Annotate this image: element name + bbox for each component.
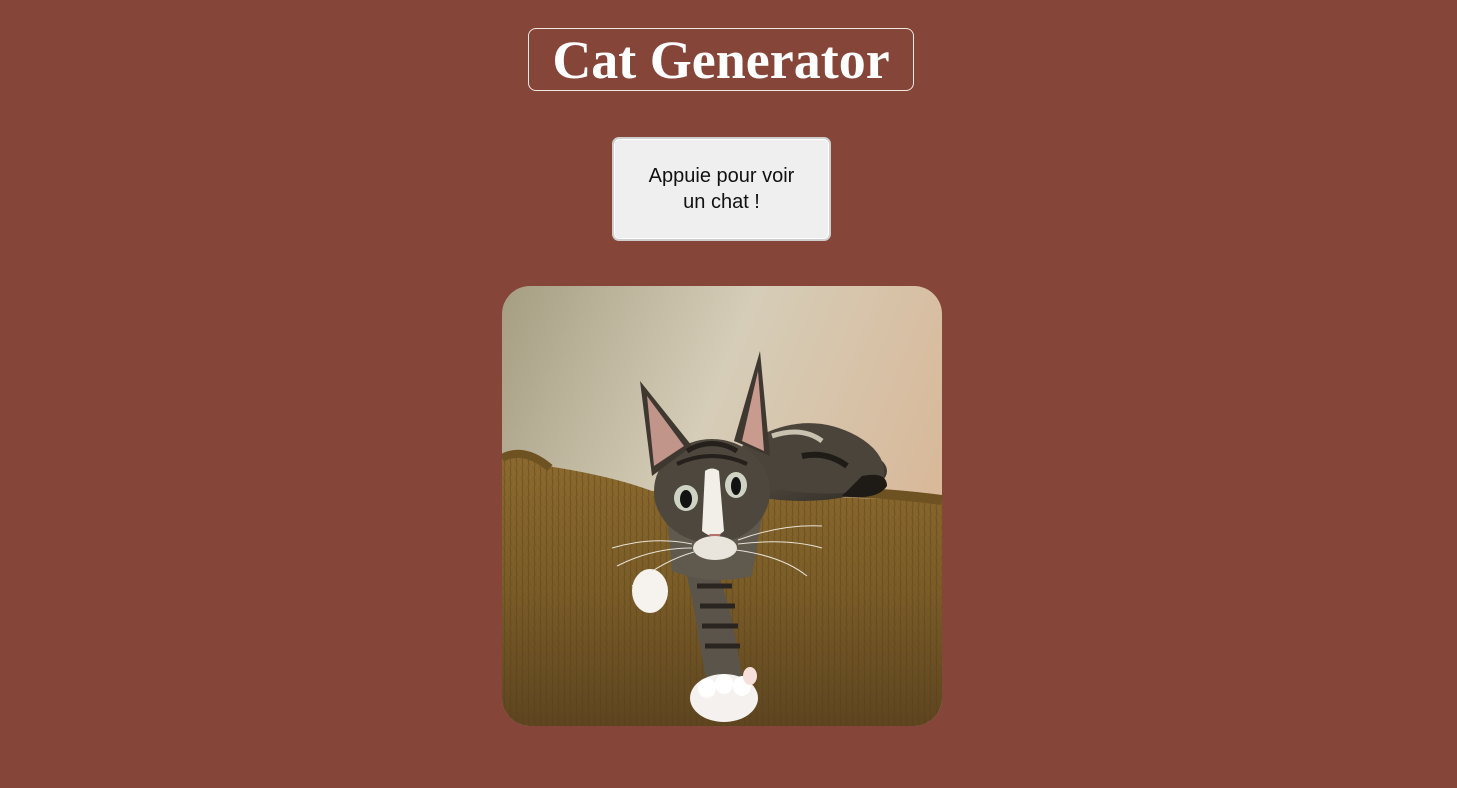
show-cat-button-label: Appuie pour voir un chat ! (648, 165, 795, 213)
show-cat-button[interactable]: Appuie pour voir un chat ! (612, 137, 831, 241)
title-box: Cat Generator (528, 28, 914, 91)
cat-image (502, 286, 942, 726)
page-title: Cat Generator (552, 29, 890, 90)
page: Cat Generator Appuie pour voir un chat ! (0, 0, 1457, 788)
